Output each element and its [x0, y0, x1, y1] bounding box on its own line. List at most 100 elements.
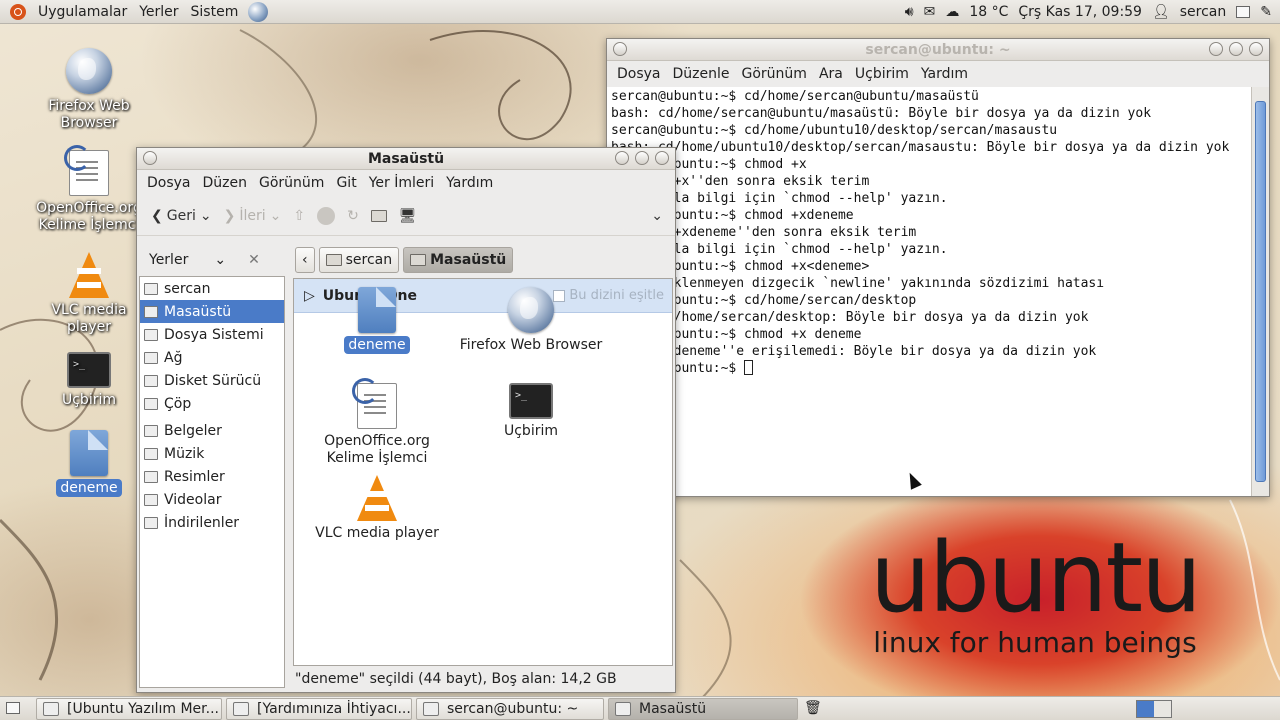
workspace-switcher[interactable]: [1136, 700, 1172, 718]
trash-icon[interactable]: 🗑︎: [804, 700, 822, 716]
sidebar-item-pictures[interactable]: Resimler: [140, 465, 284, 488]
window-menu-button[interactable]: [143, 151, 157, 165]
desktop-icon-openoffice[interactable]: OpenOffice.org Kelime İşlemci: [29, 145, 149, 234]
fm-menu-view[interactable]: Görünüm: [253, 175, 330, 191]
close-sidebar-icon[interactable]: ✕: [248, 252, 260, 268]
taskbar-item-firefox[interactable]: [Yardımınıza İhtiyacı...: [226, 698, 412, 720]
openoffice-writer-icon: [64, 145, 109, 196]
file-manager-titlebar[interactable]: Masaüstü: [137, 148, 675, 170]
sidebar-item-filesystem[interactable]: Dosya Sistemi: [140, 323, 284, 346]
shutdown-icon[interactable]: [1236, 6, 1251, 18]
clock[interactable]: Çrş Kas 17, 09:59: [1018, 4, 1142, 20]
taskbar-item-terminal[interactable]: sercan@ubuntu: ~: [416, 698, 604, 720]
user-icon[interactable]: 👤︎: [1152, 4, 1170, 20]
edit-icon[interactable]: ✎: [1260, 4, 1272, 20]
folder-icon: [144, 424, 158, 437]
terminal-icon: [509, 383, 553, 419]
sidebar-item-trash[interactable]: Çöp: [140, 392, 284, 415]
desktop-icon-label: deneme: [56, 479, 122, 497]
maximize-button[interactable]: [635, 151, 649, 165]
sidebar-item-floppy[interactable]: Disket Sürücü: [140, 369, 284, 392]
sidebar-item-downloads[interactable]: İndirilenler: [140, 511, 284, 534]
terminal-output[interactable]: sercan@ubuntu:~$ cd/home/sercan@ubuntu/m…: [607, 87, 1251, 496]
terminal-menu-view[interactable]: Görünüm: [736, 66, 813, 82]
scrollbar-thumb[interactable]: [1255, 101, 1266, 482]
ubuntu-logo-icon[interactable]: [10, 3, 26, 20]
firefox-launcher-icon[interactable]: [248, 1, 269, 22]
desktop-icon-firefox[interactable]: Firefox Web Browser: [29, 48, 149, 132]
software-center-icon: [43, 702, 59, 716]
file-item-openoffice[interactable]: OpenOffice.org Kelime İşlemci: [302, 378, 452, 467]
user-name[interactable]: sercan: [1180, 4, 1227, 20]
terminal-menu-help[interactable]: Yardım: [915, 66, 974, 82]
close-button[interactable]: [655, 151, 669, 165]
sidebar-item-network[interactable]: Ağ: [140, 346, 284, 369]
sidebar-item-home[interactable]: sercan: [140, 277, 284, 300]
terminal-cursor: [744, 360, 754, 375]
home-button[interactable]: [365, 209, 393, 222]
folder-icon: [144, 447, 158, 460]
terminal-scrollbar[interactable]: [1251, 87, 1269, 496]
sidebar-item-documents[interactable]: Belgeler: [140, 419, 284, 442]
fm-menu-go[interactable]: Git: [330, 175, 362, 191]
minimize-button[interactable]: [615, 151, 629, 165]
terminal-menu-file[interactable]: Dosya: [611, 66, 667, 82]
folder-icon: [144, 493, 158, 506]
path-button-home[interactable]: sercan: [318, 247, 400, 273]
terminal-icon: [423, 702, 439, 716]
terminal-menu-search[interactable]: Ara: [813, 66, 849, 82]
terminal-line: sercan@ubuntu:~$ chmod +x<deneme>: [611, 259, 870, 274]
terminal-menu-terminal[interactable]: Uçbirim: [849, 66, 915, 82]
file-item-firefox[interactable]: Firefox Web Browser: [456, 287, 606, 354]
terminal-title: sercan@ubuntu: ~: [865, 41, 1011, 58]
sidebar-item-videos[interactable]: Videolar: [140, 488, 284, 511]
menu-applications[interactable]: Uygulamalar: [32, 0, 133, 24]
file-manager-menubar: Dosya Düzen Görünüm Git Yer İmleri Yardı…: [137, 170, 675, 196]
stop-button[interactable]: [311, 206, 341, 225]
fm-menu-file[interactable]: Dosya: [141, 175, 197, 191]
terminal-menu-edit[interactable]: Düzenle: [667, 66, 736, 82]
file-item-vlc[interactable]: VLC media player: [302, 475, 452, 542]
reload-button[interactable]: ↻: [341, 208, 365, 224]
fm-menu-edit[interactable]: Düzen: [197, 175, 254, 191]
up-button[interactable]: ⇧: [287, 208, 311, 224]
file-view[interactable]: ▷ Ubuntu One Bu dizini eşitle deneme Fir…: [293, 278, 673, 666]
desktop-icon-deneme[interactable]: deneme: [29, 430, 149, 497]
temperature[interactable]: 18 °C: [969, 4, 1008, 20]
desktop-icon-vlc[interactable]: VLC media player: [29, 252, 149, 336]
show-desktop-icon[interactable]: [6, 702, 20, 714]
wallpaper-logo: ubuntu linux for human beings: [870, 528, 1202, 658]
path-button-desktop[interactable]: Masaüstü: [403, 247, 514, 273]
taskbar-item-software-center[interactable]: [Ubuntu Yazılım Mer...: [36, 698, 222, 720]
fm-menu-bookmarks[interactable]: Yer İmleri: [363, 175, 440, 191]
mail-icon[interactable]: ✉︎: [924, 4, 936, 20]
file-item-label: Uçbirim: [503, 423, 558, 439]
file-item-terminal[interactable]: Uçbirim: [456, 383, 606, 440]
path-scroll-left-button[interactable]: ‹: [295, 247, 315, 273]
computer-button[interactable]: 🖥︎: [393, 208, 423, 224]
back-button[interactable]: ❮ Geri ⌄: [145, 208, 218, 224]
fm-menu-help[interactable]: Yardım: [440, 175, 499, 191]
chevron-down-icon: ⌄: [269, 207, 282, 224]
folder-icon: [144, 470, 158, 483]
maximize-button[interactable]: [1229, 42, 1243, 56]
sidebar-header[interactable]: Yerler ⌄ ✕: [139, 246, 285, 274]
minimize-button[interactable]: [1209, 42, 1223, 56]
toolbar-overflow-button[interactable]: ⌄: [645, 208, 669, 224]
file-manager-window: Masaüstü Dosya Düzen Görünüm Git Yer İml…: [136, 147, 676, 693]
openoffice-writer-icon: [352, 378, 397, 429]
menu-places[interactable]: Yerler: [133, 0, 184, 24]
forward-button[interactable]: ❯ İleri ⌄: [218, 208, 288, 224]
terminal-titlebar[interactable]: sercan@ubuntu: ~: [607, 39, 1269, 61]
menu-system[interactable]: Sistem: [185, 0, 245, 24]
taskbar-item-file-manager[interactable]: Masaüstü: [608, 698, 798, 720]
sidebar-item-music[interactable]: Müzik: [140, 442, 284, 465]
file-item-deneme[interactable]: deneme: [302, 287, 452, 354]
window-menu-button[interactable]: [613, 42, 627, 56]
close-button[interactable]: [1249, 42, 1263, 56]
sidebar-item-desktop[interactable]: Masaüstü: [140, 300, 284, 323]
weather-icon[interactable]: ☁︎: [945, 4, 959, 20]
desktop-icon-terminal[interactable]: Uçbirim: [29, 352, 149, 409]
terminal-window: sercan@ubuntu: ~ Dosya Düzenle Görünüm A…: [606, 38, 1270, 497]
volume-icon[interactable]: 🔊︎: [905, 4, 914, 20]
